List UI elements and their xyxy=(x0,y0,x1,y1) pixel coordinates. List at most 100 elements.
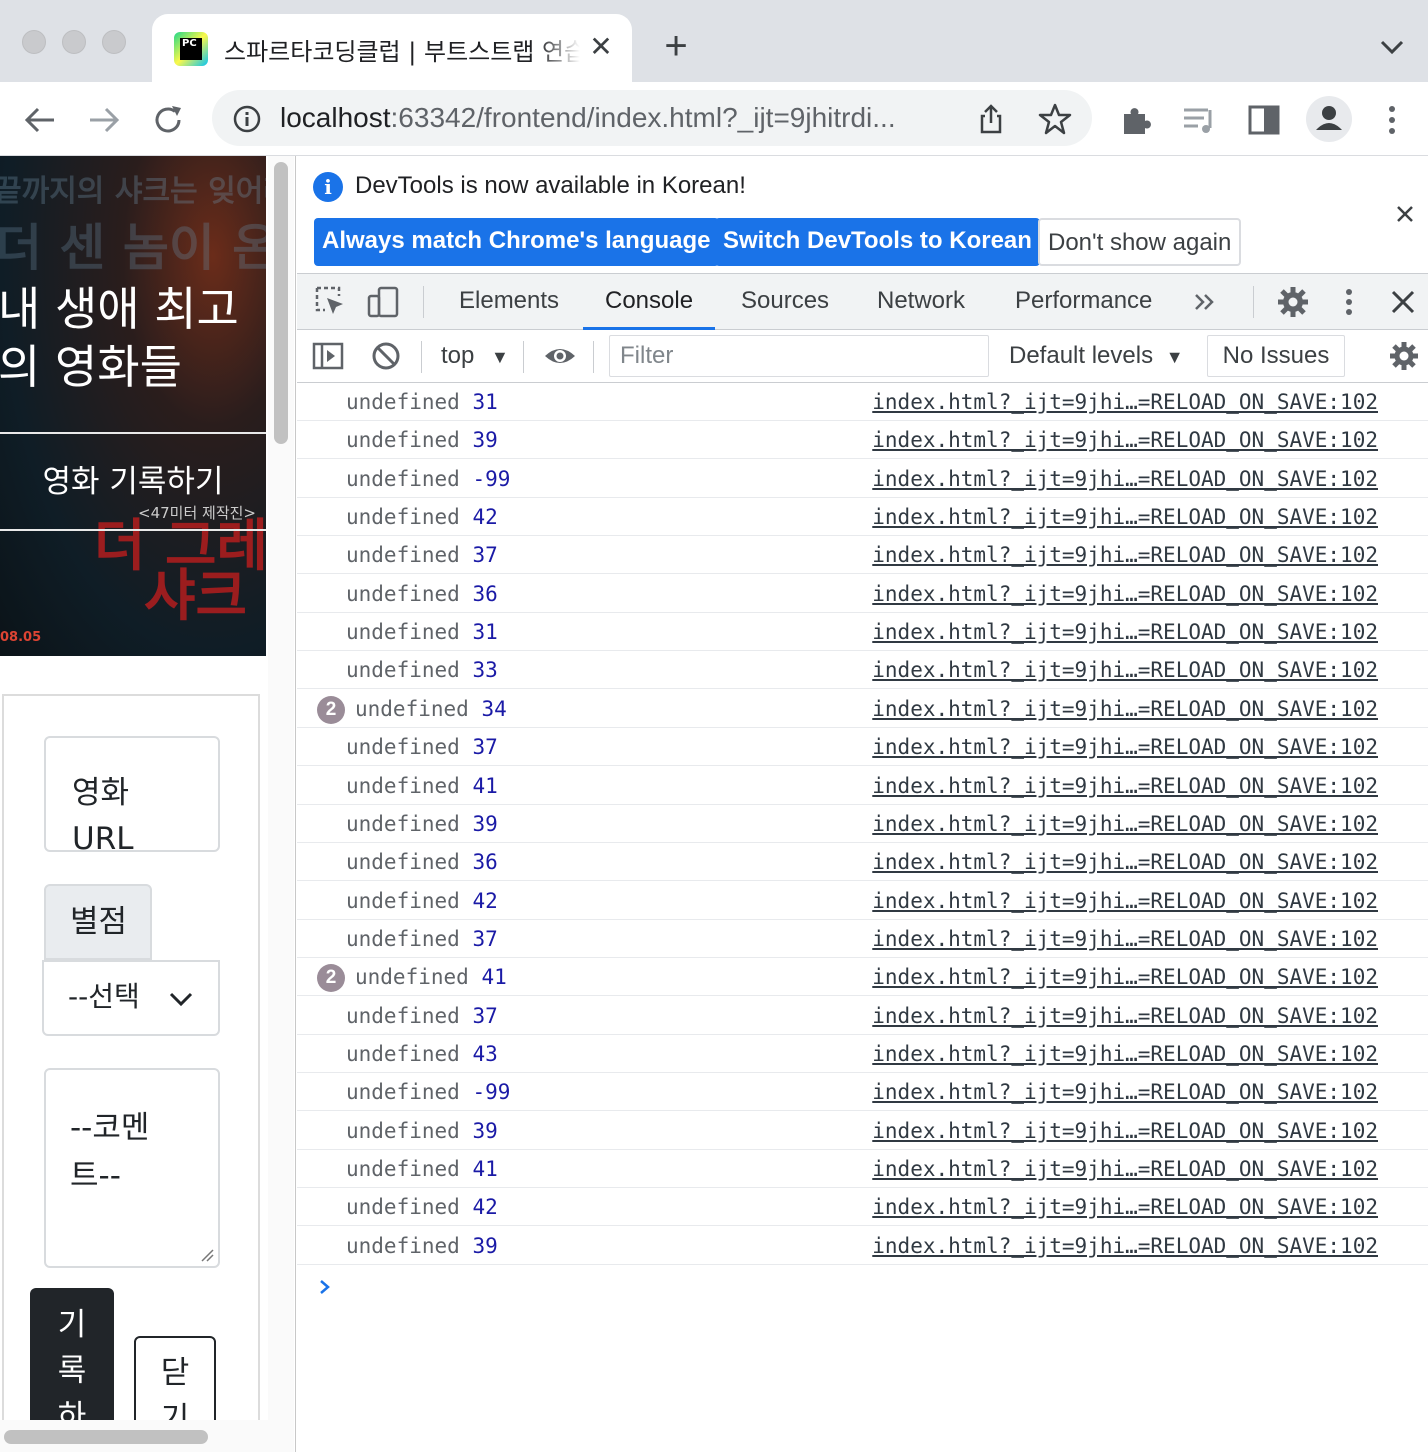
more-tabs-icon[interactable] xyxy=(1187,284,1223,320)
console-filter-input[interactable]: Filter xyxy=(609,335,989,377)
console-prompt-icon[interactable] xyxy=(315,1277,335,1297)
log-value: -99 xyxy=(472,1080,511,1104)
comment-textarea[interactable]: --코멘 트-- xyxy=(44,1068,220,1268)
tab-console[interactable]: Console xyxy=(583,274,716,330)
source-link[interactable]: index.html?_ijt=9jhi…=RELOAD_ON_SAVE:102 xyxy=(872,1112,1378,1150)
vertical-scroll-thumb[interactable] xyxy=(274,162,288,444)
live-expression-eye-icon[interactable] xyxy=(543,339,577,373)
close-tab-icon[interactable]: ✕ xyxy=(586,32,616,62)
comment-placeholder-line2: 트-- xyxy=(70,1158,121,1194)
source-link[interactable]: index.html?_ijt=9jhi…=RELOAD_ON_SAVE:102 xyxy=(872,767,1378,805)
tab-elements[interactable]: Elements xyxy=(459,274,559,330)
show-sidebar-icon[interactable] xyxy=(311,339,345,373)
source-link[interactable]: index.html?_ijt=9jhi…=RELOAD_ON_SAVE:102 xyxy=(872,843,1378,881)
source-link[interactable]: index.html?_ijt=9jhi…=RELOAD_ON_SAVE:102 xyxy=(872,1150,1378,1188)
source-link[interactable]: index.html?_ijt=9jhi…=RELOAD_ON_SAVE:102 xyxy=(872,958,1378,996)
source-link[interactable]: index.html?_ijt=9jhi…=RELOAD_ON_SAVE:102 xyxy=(872,498,1378,536)
address-bar[interactable]: localhost:63342/frontend/index.html?_ijt… xyxy=(212,90,1092,146)
person-icon xyxy=(1316,106,1342,130)
site-info-icon[interactable] xyxy=(232,104,262,134)
customize-menu-icon[interactable] xyxy=(1331,284,1367,320)
source-link[interactable]: index.html?_ijt=9jhi…=RELOAD_ON_SAVE:102 xyxy=(872,1073,1378,1111)
movie-url-input[interactable]: 영화 URL xyxy=(44,736,220,857)
source-link[interactable]: index.html?_ijt=9jhi…=RELOAD_ON_SAVE:102 xyxy=(872,1227,1378,1265)
profile-avatar[interactable] xyxy=(1306,96,1352,142)
forward-arrow-icon[interactable] xyxy=(84,100,124,140)
hero-title-line2: 의 영화들 xyxy=(0,340,182,394)
browser-tab[interactable]: PC 스파르타코딩클럽 | 부트스트랩 연습하기 ✕ xyxy=(152,14,632,82)
log-message: undefined 39 xyxy=(346,805,498,843)
star-select[interactable]: --선택 xyxy=(42,960,220,1036)
console-log-row: undefined -99 index.html?_ijt=9jhi…=RELOA… xyxy=(297,1073,1428,1111)
maximize-window-button[interactable] xyxy=(102,30,126,54)
context-selector[interactable]: top ▼ xyxy=(441,339,509,374)
source-link[interactable]: index.html?_ijt=9jhi…=RELOAD_ON_SAVE:102 xyxy=(872,882,1378,920)
close-label-line1: 닫 xyxy=(160,1355,190,1391)
inspect-element-icon[interactable] xyxy=(313,284,349,320)
hero-title-line1: 내 생애 최고 xyxy=(0,282,239,336)
source-link[interactable]: index.html?_ijt=9jhi…=RELOAD_ON_SAVE:102 xyxy=(872,1035,1378,1073)
log-text: undefined xyxy=(346,428,460,452)
share-icon[interactable] xyxy=(974,102,1008,136)
settings-gear-icon[interactable] xyxy=(1275,284,1311,320)
log-levels-dropdown[interactable]: Default levels ▼ xyxy=(1009,339,1184,374)
url-text[interactable]: localhost:63342/frontend/index.html?_ijt… xyxy=(280,102,960,134)
console-log-row: undefined 31 index.html?_ijt=9jhi…=RELOAD… xyxy=(297,613,1428,651)
switch-to-korean-button[interactable]: Switch DevTools to Korean xyxy=(715,218,1040,266)
minimize-window-button[interactable] xyxy=(62,30,86,54)
console-log-row: undefined 31 index.html?_ijt=9jhi…=RELOAD… xyxy=(297,383,1428,421)
tab-performance[interactable]: Performance xyxy=(1015,274,1152,330)
log-message: undefined 42 xyxy=(346,882,498,920)
infobar-message: DevTools is now available in Korean! xyxy=(355,172,746,199)
bookmark-star-icon[interactable] xyxy=(1038,102,1072,136)
always-match-language-button[interactable]: Always match Chrome's language xyxy=(314,218,719,266)
devtools-tab-bar: Elements Console Sources Network Perform… xyxy=(297,274,1428,330)
source-link[interactable]: index.html?_ijt=9jhi…=RELOAD_ON_SAVE:102 xyxy=(872,651,1378,689)
log-value: 42 xyxy=(472,1195,498,1219)
dont-show-again-button[interactable]: Don't show again xyxy=(1038,218,1242,266)
source-link[interactable]: index.html?_ijt=9jhi…=RELOAD_ON_SAVE:102 xyxy=(872,575,1378,613)
issues-button[interactable]: No Issues xyxy=(1207,335,1345,377)
browser-menu-icon[interactable] xyxy=(1372,100,1412,140)
record-movie-button[interactable]: 영화 기록하기 xyxy=(0,434,266,530)
device-toolbar-icon[interactable] xyxy=(365,284,401,320)
chevron-down-icon[interactable] xyxy=(1372,30,1412,66)
chevron-down-icon xyxy=(169,992,193,1007)
source-link[interactable]: index.html?_ijt=9jhi…=RELOAD_ON_SAVE:102 xyxy=(872,421,1378,459)
page-horizontal-scrollbar[interactable] xyxy=(0,1420,268,1452)
console-log-row: 2 undefined 41 index.html?_ijt=9jhi…=RELOA… xyxy=(297,958,1428,996)
log-message: undefined -99 xyxy=(346,1073,510,1111)
log-message: undefined 42 xyxy=(346,1188,498,1226)
new-tab-button[interactable]: + xyxy=(656,26,696,66)
source-link[interactable]: index.html?_ijt=9jhi…=RELOAD_ON_SAVE:102 xyxy=(872,1188,1378,1226)
console-settings-gear-icon[interactable] xyxy=(1387,339,1421,373)
log-text: undefined xyxy=(346,543,460,567)
extensions-icon[interactable] xyxy=(1116,100,1156,140)
close-window-button[interactable] xyxy=(22,30,46,54)
side-panel-icon[interactable] xyxy=(1244,100,1284,140)
back-arrow-icon[interactable] xyxy=(20,100,60,140)
reload-icon[interactable] xyxy=(148,100,188,140)
source-link[interactable]: index.html?_ijt=9jhi…=RELOAD_ON_SAVE:102 xyxy=(872,997,1378,1035)
media-control-icon[interactable] xyxy=(1180,100,1220,140)
tab-network[interactable]: Network xyxy=(877,274,965,330)
source-link[interactable]: index.html?_ijt=9jhi…=RELOAD_ON_SAVE:102 xyxy=(872,728,1378,766)
resize-handle-icon[interactable] xyxy=(200,1248,214,1262)
log-text: undefined xyxy=(355,965,469,989)
log-message: undefined 34 xyxy=(355,690,507,728)
log-value: 41 xyxy=(472,1157,498,1181)
source-link[interactable]: index.html?_ijt=9jhi…=RELOAD_ON_SAVE:102 xyxy=(872,690,1378,728)
source-link[interactable]: index.html?_ijt=9jhi…=RELOAD_ON_SAVE:102 xyxy=(872,613,1378,651)
source-link[interactable]: index.html?_ijt=9jhi…=RELOAD_ON_SAVE:102 xyxy=(872,460,1378,498)
close-icon[interactable] xyxy=(1391,200,1419,228)
source-link[interactable]: index.html?_ijt=9jhi…=RELOAD_ON_SAVE:102 xyxy=(872,920,1378,958)
source-link[interactable]: index.html?_ijt=9jhi…=RELOAD_ON_SAVE:102 xyxy=(872,536,1378,574)
poster-title: 더 그레이트 샤크 xyxy=(94,519,266,625)
clear-console-icon[interactable] xyxy=(369,339,403,373)
close-devtools-icon[interactable] xyxy=(1385,284,1421,320)
tab-sources[interactable]: Sources xyxy=(741,274,829,330)
source-link[interactable]: index.html?_ijt=9jhi…=RELOAD_ON_SAVE:102 xyxy=(872,805,1378,843)
source-link[interactable]: index.html?_ijt=9jhi…=RELOAD_ON_SAVE:102 xyxy=(872,383,1378,421)
page-vertical-scrollbar[interactable] xyxy=(268,156,294,1452)
horizontal-scroll-thumb[interactable] xyxy=(4,1430,208,1444)
